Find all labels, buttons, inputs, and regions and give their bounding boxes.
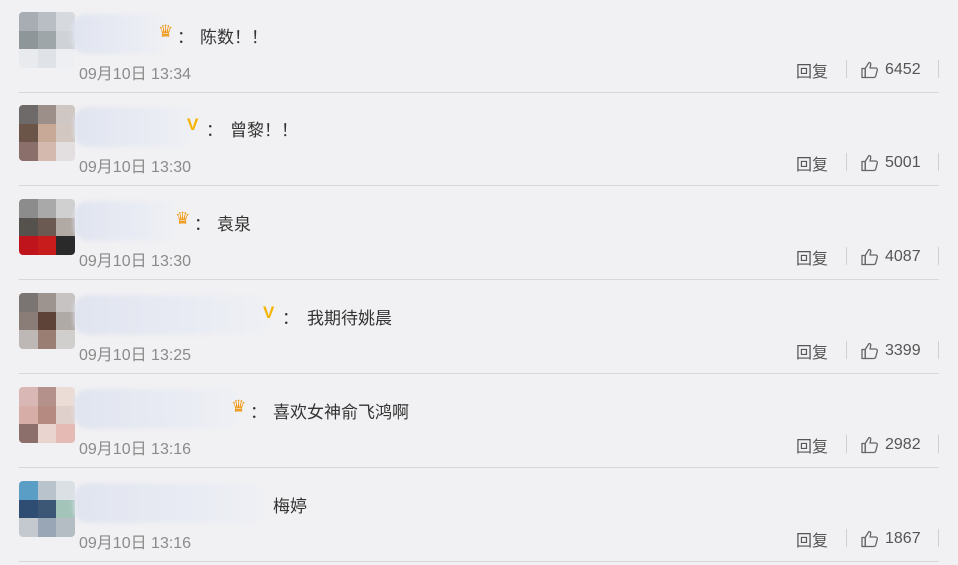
- comment-text: 陈数！！: [200, 28, 268, 48]
- comment-item: ♛： 陈数！！ 09月10日 13:34 回复 6452: [0, 0, 958, 93]
- username-redacted[interactable]: [74, 389, 240, 429]
- thumbs-up-icon: [861, 248, 879, 266]
- thumbs-up-icon: [861, 436, 879, 454]
- separator: [938, 435, 939, 453]
- separator: [938, 529, 939, 547]
- separator: [846, 529, 847, 547]
- timestamp: 09月10日 13:30: [79, 159, 192, 176]
- thumbs-up-icon: [861, 154, 879, 172]
- reply-button[interactable]: 回复: [796, 151, 828, 175]
- reply-button[interactable]: 回复: [796, 433, 828, 457]
- avatar[interactable]: [19, 293, 75, 349]
- like-count: 3399: [885, 342, 921, 359]
- separator: [846, 341, 847, 359]
- avatar[interactable]: [19, 481, 75, 537]
- username-redacted[interactable]: [74, 107, 194, 147]
- like-button[interactable]: 3399: [860, 339, 921, 363]
- separator: [938, 60, 939, 78]
- avatar[interactable]: [19, 105, 75, 161]
- row-divider: [19, 185, 939, 186]
- verified-v-icon: V: [187, 115, 199, 134]
- name-colon: ：: [250, 403, 267, 423]
- like-button[interactable]: 4087: [860, 245, 921, 269]
- reply-button[interactable]: 回复: [796, 245, 828, 269]
- timestamp: 09月10日 13:34: [79, 66, 192, 83]
- username-redacted[interactable]: [72, 14, 168, 54]
- comment-text: 喜欢女神俞飞鸿啊: [273, 403, 409, 423]
- reply-button[interactable]: 回复: [796, 527, 828, 551]
- username-redacted[interactable]: [74, 483, 264, 523]
- comment-item: ♛： 喜欢女神俞飞鸿啊 09月10日 13:16 回复 2982: [0, 375, 958, 468]
- comment-item: ♛： 袁泉 09月10日 13:30 回复 4087: [0, 187, 958, 280]
- comment-text: 我期待姚晨: [307, 309, 392, 329]
- separator: [846, 60, 847, 78]
- like-count: 1867: [885, 530, 921, 547]
- timestamp: 09月10日 13:16: [79, 535, 192, 552]
- like-count: 5001: [885, 154, 921, 171]
- separator: [846, 153, 847, 171]
- like-count: 4087: [885, 248, 921, 265]
- name-colon: ：: [177, 28, 194, 48]
- verified-v-icon: V: [263, 303, 275, 322]
- like-button[interactable]: 6452: [860, 58, 921, 82]
- row-divider: [19, 373, 939, 374]
- avatar[interactable]: [19, 12, 75, 68]
- separator: [846, 435, 847, 453]
- separator: [938, 247, 939, 265]
- like-count: 6452: [885, 61, 921, 78]
- separator: [846, 247, 847, 265]
- crown-icon: ♛: [158, 22, 174, 42]
- comment-item: 梅婷 09月10日 13:16 回复 1867: [0, 469, 958, 562]
- comment-text: 袁泉: [217, 215, 251, 235]
- timestamp: 09月10日 13:16: [79, 441, 192, 458]
- separator: [938, 153, 939, 171]
- name-colon: ：: [206, 121, 223, 141]
- reply-button[interactable]: 回复: [796, 58, 828, 82]
- username-redacted[interactable]: [74, 201, 176, 241]
- username-redacted[interactable]: [74, 295, 268, 335]
- comment-item: V ： 曾黎！！ 09月10日 13:30 回复 5001: [0, 93, 958, 186]
- row-divider: [19, 279, 939, 280]
- separator: [938, 341, 939, 359]
- avatar[interactable]: [19, 387, 75, 443]
- like-button[interactable]: 5001: [860, 151, 921, 175]
- thumbs-up-icon: [861, 61, 879, 79]
- comment-text: 梅婷: [273, 497, 307, 517]
- crown-icon: ♛: [231, 397, 247, 417]
- comment-text: 曾黎！！: [230, 121, 298, 141]
- crown-icon: ♛: [175, 209, 191, 229]
- thumbs-up-icon: [861, 342, 879, 360]
- row-divider: [19, 561, 939, 562]
- like-count: 2982: [885, 436, 921, 453]
- avatar[interactable]: [19, 199, 75, 255]
- like-button[interactable]: 2982: [860, 433, 921, 457]
- timestamp: 09月10日 13:25: [79, 347, 192, 364]
- thumbs-up-icon: [861, 530, 879, 548]
- timestamp: 09月10日 13:30: [79, 253, 192, 270]
- comment-item: V ： 我期待姚晨 09月10日 13:25 回复 3399: [0, 281, 958, 374]
- like-button[interactable]: 1867: [860, 527, 921, 551]
- row-divider: [19, 467, 939, 468]
- reply-button[interactable]: 回复: [796, 339, 828, 363]
- name-colon: ：: [194, 215, 211, 235]
- name-colon: ：: [282, 309, 299, 329]
